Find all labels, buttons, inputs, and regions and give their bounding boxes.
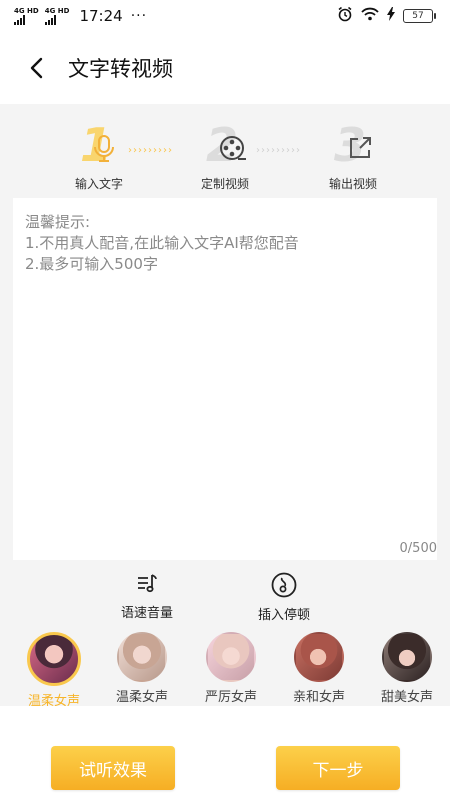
charging-icon (387, 7, 395, 25)
progress-steps: 1 输入文字 ››››››››› 2 定制视频 ››››››››› 3 输出视频 (0, 104, 450, 198)
alarm-icon (337, 6, 353, 26)
pause-insert-icon (271, 572, 297, 598)
avatar (206, 632, 256, 682)
status-bar: 4G HD 4G HD 17:24 ··· 57 (0, 0, 450, 32)
voice-option[interactable]: 亲和女声 (277, 632, 361, 705)
next-step-button[interactable]: 下一步 (276, 746, 400, 790)
text-placeholder: 温馨提示: 1.不用真人配音,在此输入文字AI帮您配音 2.最多可输入500字 (25, 213, 299, 273)
avatar (382, 632, 432, 682)
signal-icon: 4G HD (44, 7, 69, 25)
step-label: 输入文字 (74, 177, 123, 191)
insert-pause-button[interactable]: 插入停顿 (234, 572, 334, 623)
text-input-area[interactable]: 温馨提示: 1.不用真人配音,在此输入文字AI帮您配音 2.最多可输入500字 … (13, 198, 437, 560)
page-title: 文字转视频 (68, 57, 173, 81)
bottom-action-bar: 试听效果 下一步 (0, 706, 450, 800)
step-label: 定制视频 (200, 177, 249, 191)
battery-icon: 57 (403, 9, 436, 23)
avatar (27, 632, 81, 686)
step-output-video: 3 输出视频 (308, 120, 398, 192)
app-header: 文字转视频 (0, 32, 450, 104)
step-customize-video: 2 定制视频 (180, 120, 270, 192)
voice-option[interactable]: 温柔女声 (12, 632, 96, 709)
more-notifications-icon: ··· (130, 8, 148, 24)
char-counter: 0/500 (399, 541, 437, 556)
avatar (117, 632, 167, 682)
tool-bar: 语速音量 插入停顿 (0, 566, 450, 626)
status-time: 17:24 (79, 7, 123, 25)
avatar (294, 632, 344, 682)
chevron-left-icon (30, 57, 43, 79)
voice-option[interactable]: 甜美女声 (365, 632, 449, 705)
film-reel-icon (218, 134, 248, 168)
step-connector: ››››››››› (128, 145, 173, 156)
step-label: 输出视频 (328, 177, 377, 191)
voice-option[interactable]: 温柔女声 (100, 632, 184, 705)
step-connector: ››››››››› (256, 145, 301, 156)
back-button[interactable] (6, 32, 66, 104)
export-icon (346, 134, 374, 166)
wifi-icon (361, 7, 379, 25)
voice-selector: 温柔女声 温柔女声 严厉女声 亲和女声 甜美女声 (0, 628, 450, 709)
speed-volume-icon (138, 574, 157, 593)
signal-icon: 4G HD (14, 7, 39, 25)
voice-option[interactable]: 严厉女声 (189, 632, 273, 705)
speed-volume-button[interactable]: 语速音量 (97, 572, 197, 621)
preview-button[interactable]: 试听效果 (51, 746, 175, 790)
microphone-icon (92, 134, 116, 168)
step-input-text: 1 输入文字 (54, 120, 144, 192)
